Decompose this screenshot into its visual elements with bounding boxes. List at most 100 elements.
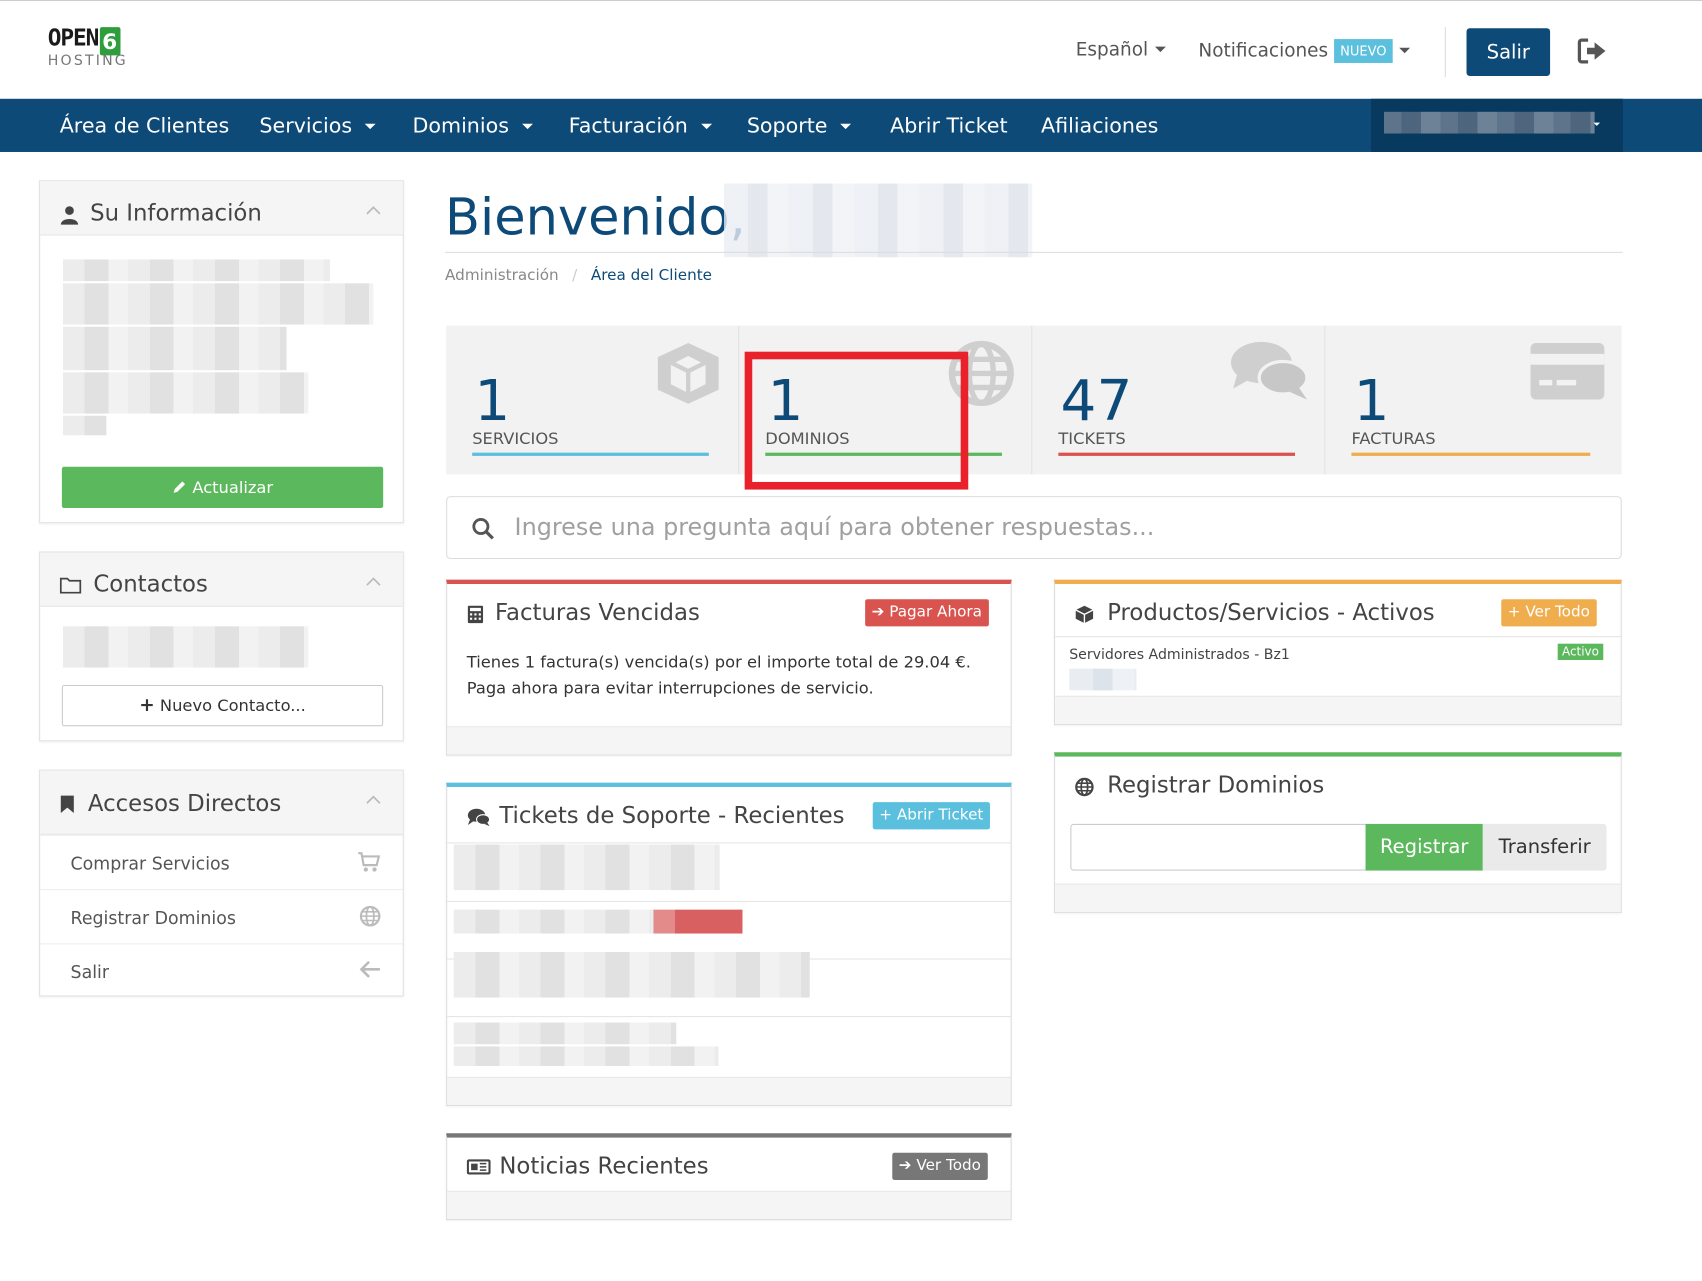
product-name[interactable]: Servidores Administrados - Bz1: [1069, 647, 1290, 663]
nav-item-clients-area[interactable]: Área de Clientes: [60, 114, 230, 138]
logo-subtitle: HOSTING: [47, 53, 128, 70]
stats-tiles: 1 Servicios 1 Dominios 47 Tickets 1 Fact…: [446, 325, 1622, 475]
stat-underline: [472, 452, 709, 456]
update-button[interactable]: Actualizar: [61, 466, 384, 509]
card-footer: [447, 1076, 1011, 1106]
divider: [447, 900, 1011, 903]
stat-label: Facturas: [1351, 428, 1436, 449]
plus-icon: +: [1507, 603, 1521, 621]
stat-tile-domains[interactable]: 1 Dominios: [739, 325, 1033, 475]
nav-label: Servicios: [259, 113, 353, 138]
card-title: Tickets de Soporte - Recientes: [499, 802, 845, 829]
ticket-row[interactable]: [453, 1046, 719, 1066]
logo-text: OPEN: [47, 24, 100, 52]
ticket-row[interactable]: [453, 1022, 677, 1045]
nav-item-open-ticket[interactable]: Abrir Ticket: [890, 114, 1007, 138]
ticket-row[interactable]: [453, 909, 656, 934]
logo-digit: 6: [99, 27, 121, 56]
nav-item-services[interactable]: Servicios: [259, 114, 376, 138]
shortcut-label: Comprar Servicios: [70, 853, 230, 874]
logo[interactable]: OPEN 6 HOSTING: [48, 25, 128, 70]
logout-button[interactable]: Salir: [1466, 28, 1551, 76]
stat-value: 1: [1353, 369, 1390, 435]
card-overdue-invoices: Facturas Vencidas ➔ Pagar Ahora Tienes 1…: [446, 579, 1012, 756]
card-recent-news: Noticias Recientes ➔ Ver Todo: [446, 1133, 1012, 1221]
user-account-menu[interactable]: [1370, 98, 1623, 152]
divider: [447, 842, 1011, 844]
view-all-label: Ver Todo: [916, 1157, 981, 1175]
stat-label: Servicios: [472, 428, 559, 449]
sign-out-icon[interactable]: [1577, 37, 1607, 65]
chevron-up-icon[interactable]: [366, 205, 381, 215]
comments-icon: [467, 808, 491, 827]
top-header: OPEN 6 HOSTING Español Notificaciones NUEV…: [0, 1, 1702, 99]
redacted-text: [62, 626, 309, 668]
update-button-label: Actualizar: [192, 477, 274, 498]
chevron-down-icon: [1593, 122, 1601, 126]
notifications-label: Notificaciones: [1198, 40, 1329, 62]
main-nav: Área de Clientes Servicios Dominios Fact…: [0, 98, 1702, 152]
ticket-row[interactable]: [453, 951, 810, 998]
new-contact-button[interactable]: + Nuevo Contacto...: [61, 684, 384, 727]
title-divider: [445, 251, 1623, 253]
arrow-right-icon: ➔: [871, 603, 885, 621]
card-title: Noticias Recientes: [499, 1152, 709, 1179]
bookmark-icon: [60, 795, 74, 814]
stat-tile-invoices[interactable]: 1 Facturas: [1325, 326, 1621, 475]
card-title: Productos/Servicios - Activos: [1107, 599, 1435, 626]
pencil-icon: [174, 481, 186, 493]
open-ticket-label: Abrir Ticket: [896, 806, 984, 824]
chevron-down-icon: [365, 123, 376, 130]
panel-header[interactable]: Accesos Directos: [40, 770, 403, 835]
arrow-left-icon: [359, 960, 380, 978]
header-divider: [1444, 27, 1446, 78]
stat-tile-services[interactable]: 1 Servicios: [446, 325, 740, 475]
breadcrumb-root[interactable]: Administración: [445, 267, 559, 284]
nav-item-billing[interactable]: Facturación: [569, 114, 712, 138]
arrow-right-icon: ➔: [898, 1157, 912, 1175]
language-label: Español: [1075, 39, 1149, 61]
nav-item-domains[interactable]: Dominios: [412, 114, 533, 138]
stat-underline: [1058, 452, 1296, 456]
news-view-all-button[interactable]: ➔ Ver Todo: [892, 1152, 988, 1180]
overdue-message: Tienes 1 factura(s) vencida(s) por el im…: [466, 652, 971, 672]
shortcut-buy-services[interactable]: Comprar Servicios: [40, 834, 403, 889]
user-icon: [60, 206, 79, 225]
stat-underline: [765, 452, 1002, 456]
card-register-domains: Registrar Dominios Registrar Transferir: [1054, 752, 1622, 913]
panel-shortcuts: Accesos Directos Comprar Servicios Regis…: [39, 769, 404, 997]
ticket-row[interactable]: [453, 844, 720, 891]
pay-now-button[interactable]: ➔ Pagar Ahora: [865, 599, 989, 627]
stat-tile-tickets[interactable]: 47 Tickets: [1032, 325, 1326, 475]
register-domain-button[interactable]: Registrar: [1365, 823, 1483, 871]
globe-icon: [359, 905, 381, 927]
notifications-dropdown[interactable]: Notificaciones NUEVO: [1198, 39, 1411, 63]
panel-title: Su Información: [90, 199, 262, 226]
redacted-text: [62, 415, 107, 436]
panel-header[interactable]: Su Información: [40, 181, 403, 236]
stat-value: 1: [767, 369, 804, 435]
card-footer: [1055, 883, 1621, 912]
stat-value: 1: [474, 369, 511, 435]
calculator-icon: [467, 605, 484, 624]
card-footer: [1055, 695, 1621, 725]
panel-header[interactable]: Contactos: [40, 552, 403, 607]
breadcrumb-current[interactable]: Área del Cliente: [591, 267, 712, 284]
shortcut-logout[interactable]: Salir: [40, 943, 403, 997]
chevron-up-icon[interactable]: [366, 795, 381, 805]
chevron-up-icon[interactable]: [366, 576, 381, 586]
open-ticket-button[interactable]: + Abrir Ticket: [872, 802, 990, 830]
redacted-text: [62, 372, 309, 414]
card-recent-tickets: Tickets de Soporte - Recientes + Abrir T…: [446, 782, 1012, 1107]
language-dropdown[interactable]: Español: [1076, 39, 1166, 61]
nav-item-support[interactable]: Soporte: [747, 114, 852, 138]
chevron-down-icon: [840, 123, 852, 130]
newspaper-icon: [466, 1159, 491, 1175]
transfer-domain-button[interactable]: Transferir: [1482, 823, 1607, 871]
stat-label: Tickets: [1058, 428, 1126, 449]
shortcut-register-domains[interactable]: Registrar Dominios: [40, 889, 403, 943]
search-input[interactable]: [514, 510, 1601, 545]
products-view-all-button[interactable]: + Ver Todo: [1501, 599, 1597, 627]
nav-item-affiliates[interactable]: Afiliaciones: [1041, 114, 1158, 138]
domain-search-input[interactable]: [1070, 823, 1367, 871]
